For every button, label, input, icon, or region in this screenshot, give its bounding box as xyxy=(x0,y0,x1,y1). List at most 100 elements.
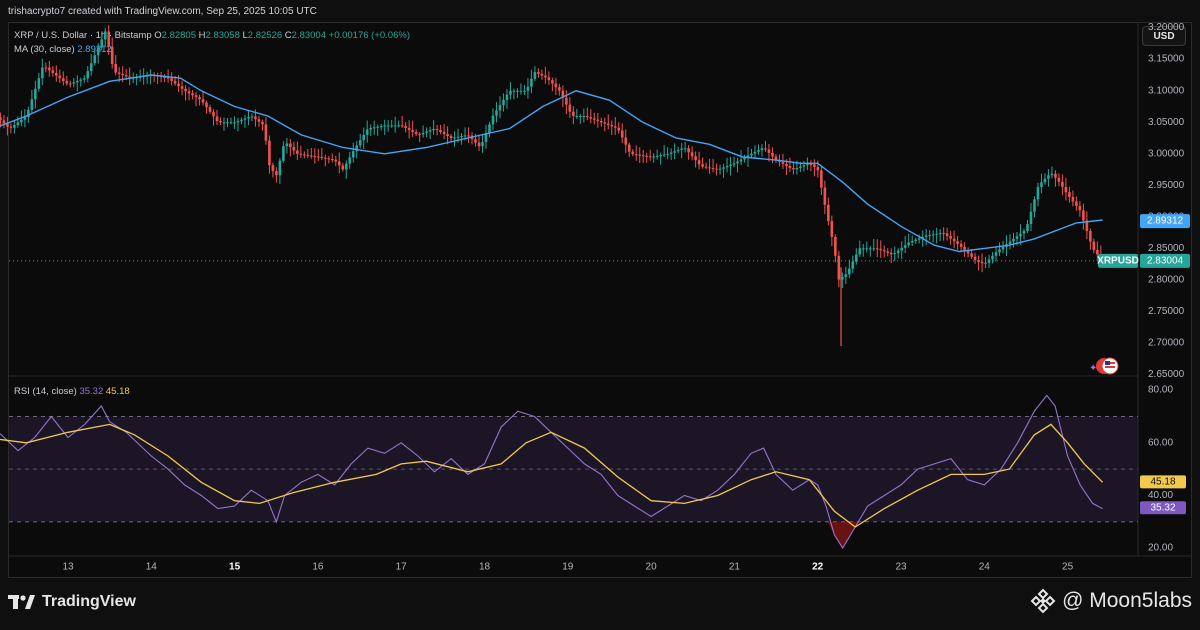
candle xyxy=(86,66,90,83)
candle xyxy=(243,115,247,128)
candle xyxy=(278,158,282,184)
candle xyxy=(694,151,697,168)
candle xyxy=(23,108,27,128)
candle xyxy=(103,28,107,48)
candle xyxy=(226,117,229,128)
candle xyxy=(236,117,240,132)
candle xyxy=(879,240,883,258)
candle xyxy=(135,73,138,86)
candle xyxy=(582,108,586,123)
candle xyxy=(1089,228,1092,250)
candle xyxy=(191,90,194,100)
candle xyxy=(229,117,233,125)
candle xyxy=(554,77,558,96)
candle xyxy=(407,120,411,139)
candle xyxy=(1001,240,1005,254)
candle xyxy=(725,157,729,173)
time-axis[interactable]: 13 14 15 16 17 18 19 20 21 22 23 24 25 xyxy=(62,562,1073,573)
rsi-ma-tag-text: 45.18 xyxy=(1150,476,1175,487)
candle xyxy=(509,82,512,100)
candle xyxy=(914,237,917,244)
candle xyxy=(55,65,58,82)
candle xyxy=(757,144,760,156)
time-tick-label: 25 xyxy=(1062,562,1074,573)
candle xyxy=(467,127,470,143)
candle xyxy=(44,62,48,73)
candle xyxy=(924,229,928,246)
candle xyxy=(655,149,659,160)
candle xyxy=(114,55,118,76)
candle xyxy=(648,149,652,161)
price-tick-label: 3.20000 xyxy=(1148,22,1185,33)
candle xyxy=(910,235,914,247)
price-tick-label: 2.85000 xyxy=(1148,243,1185,254)
candle xyxy=(673,143,676,160)
candle xyxy=(317,148,320,161)
candle xyxy=(58,69,62,84)
candle xyxy=(421,125,425,138)
candle xyxy=(760,144,764,157)
candle xyxy=(715,163,718,176)
candle xyxy=(718,164,722,175)
candle xyxy=(704,162,708,170)
price-tick-label: 2.70000 xyxy=(1148,337,1185,348)
candle xyxy=(931,230,935,243)
candle xyxy=(2,115,6,129)
candle xyxy=(159,72,163,83)
price-tick-label: 2.95000 xyxy=(1148,180,1185,191)
candle xyxy=(523,84,526,96)
candle xyxy=(37,72,41,92)
candle xyxy=(205,100,208,114)
tradingview-logo[interactable]: TradingView xyxy=(8,593,136,611)
candle xyxy=(512,88,516,100)
candle xyxy=(72,77,76,88)
price-axis[interactable]: 3.20000 3.15000 3.10000 3.05000 3.00000 2.950… xyxy=(1148,22,1185,380)
candle xyxy=(428,126,432,139)
candle xyxy=(882,245,886,258)
candle xyxy=(771,147,774,164)
candle xyxy=(96,43,100,64)
candle xyxy=(830,215,834,247)
time-tick-label: 21 xyxy=(729,562,741,573)
candle xyxy=(1078,201,1082,217)
candle xyxy=(606,114,610,130)
rsi-tick-label: 20.00 xyxy=(1148,543,1173,554)
candle xyxy=(495,102,498,123)
candle xyxy=(1047,169,1050,187)
candle xyxy=(837,251,841,288)
candle xyxy=(505,89,509,109)
candle xyxy=(729,156,732,176)
candle xyxy=(683,141,687,153)
candle xyxy=(802,160,806,172)
events-icon[interactable] xyxy=(1096,357,1119,375)
candle xyxy=(393,116,397,133)
candle xyxy=(575,108,579,120)
candle xyxy=(268,135,271,174)
candle xyxy=(697,151,701,170)
candle xyxy=(893,246,897,262)
candle xyxy=(991,252,994,264)
candle xyxy=(544,66,547,84)
candle xyxy=(376,124,380,136)
candle xyxy=(743,154,746,163)
candle xyxy=(446,126,449,145)
candle xyxy=(516,88,519,99)
price-tick-label: 2.80000 xyxy=(1148,274,1185,285)
candle xyxy=(215,110,219,126)
candle xyxy=(488,121,491,138)
candle xyxy=(330,153,334,163)
symbol-tag-text: XRPUSD xyxy=(1097,255,1139,266)
candle xyxy=(844,266,848,285)
candle xyxy=(676,146,680,154)
candle xyxy=(149,69,152,85)
candle xyxy=(928,230,931,241)
candle xyxy=(477,134,481,151)
candle xyxy=(949,230,952,245)
candle xyxy=(820,165,823,196)
candle xyxy=(379,123,383,131)
time-tick-label: 14 xyxy=(146,562,158,573)
candle xyxy=(425,127,428,138)
candle xyxy=(861,244,865,257)
candle xyxy=(372,120,376,135)
rsi-axis[interactable]: 80.00 60.00 40.00 20.00 xyxy=(1148,385,1173,554)
